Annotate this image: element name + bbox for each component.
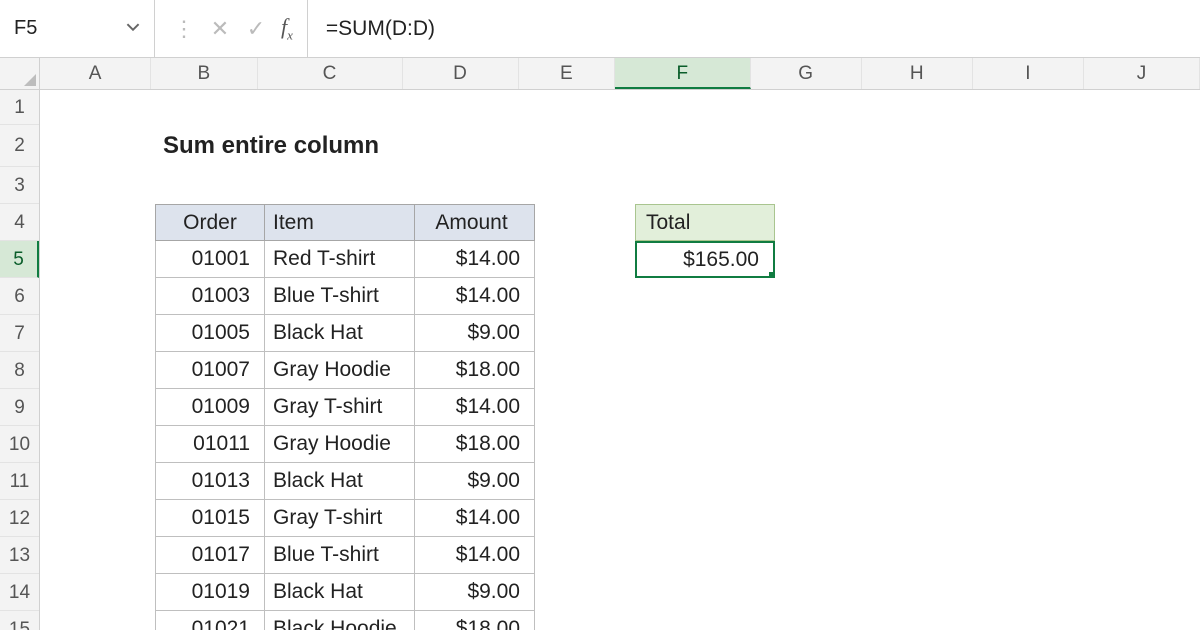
row-header-1[interactable]: 1 bbox=[0, 90, 39, 125]
table-row[interactable]: Blue T-shirt bbox=[265, 537, 415, 574]
table-row[interactable]: Black Hoodie bbox=[265, 611, 415, 630]
row-header-11[interactable]: 11 bbox=[0, 463, 39, 500]
row-header-3[interactable]: 3 bbox=[0, 167, 39, 204]
row-header-12[interactable]: 12 bbox=[0, 500, 39, 537]
table-row[interactable]: $9.00 bbox=[415, 463, 535, 500]
page-title[interactable]: Sum entire column bbox=[155, 125, 535, 167]
fill-handle[interactable] bbox=[769, 272, 775, 278]
row-header-14[interactable]: 14 bbox=[0, 574, 39, 611]
table-row[interactable]: 01009 bbox=[155, 389, 265, 426]
column-header-B[interactable]: B bbox=[151, 58, 257, 89]
row-header-2[interactable]: 2 bbox=[0, 125, 39, 167]
row-header-4[interactable]: 4 bbox=[0, 204, 39, 241]
row-header-13[interactable]: 13 bbox=[0, 537, 39, 574]
row-header-6[interactable]: 6 bbox=[0, 278, 39, 315]
column-header-E[interactable]: E bbox=[519, 58, 616, 89]
cancel-icon[interactable]: ✕ bbox=[209, 18, 231, 40]
column-headers[interactable]: ABCDEFGHIJ bbox=[40, 58, 1200, 90]
fx-icon[interactable]: fx bbox=[281, 14, 293, 43]
spreadsheet-grid[interactable]: ABCDEFGHIJ 123456789101112131415 Sum ent… bbox=[0, 58, 1200, 630]
chevron-down-icon[interactable] bbox=[126, 17, 140, 40]
table-row[interactable]: 01013 bbox=[155, 463, 265, 500]
table-row[interactable]: Black Hat bbox=[265, 463, 415, 500]
name-box[interactable]: F5 bbox=[0, 0, 155, 57]
row-header-15[interactable]: 15 bbox=[0, 611, 39, 630]
table-row[interactable]: 01003 bbox=[155, 278, 265, 315]
table-row[interactable]: 01015 bbox=[155, 500, 265, 537]
enter-icon[interactable]: ✓ bbox=[245, 18, 267, 40]
divider-icon: ⋮ bbox=[173, 16, 195, 42]
table-row[interactable]: $18.00 bbox=[415, 426, 535, 463]
table-row[interactable]: $9.00 bbox=[415, 574, 535, 611]
table-row[interactable]: 01019 bbox=[155, 574, 265, 611]
table-row[interactable]: $14.00 bbox=[415, 241, 535, 278]
table-row[interactable]: 01007 bbox=[155, 352, 265, 389]
column-header-G[interactable]: G bbox=[751, 58, 862, 89]
table-header-order[interactable]: Order bbox=[155, 204, 265, 241]
cells-area[interactable]: Sum entire column OrderItemAmount 01001Red… bbox=[40, 90, 1200, 630]
select-all-corner[interactable] bbox=[0, 58, 40, 90]
row-header-10[interactable]: 10 bbox=[0, 426, 39, 463]
table-row[interactable]: 01005 bbox=[155, 315, 265, 352]
table-row[interactable]: Gray Hoodie bbox=[265, 426, 415, 463]
column-header-I[interactable]: I bbox=[973, 58, 1084, 89]
table-row[interactable]: Gray Hoodie bbox=[265, 352, 415, 389]
table-row[interactable]: Black Hat bbox=[265, 574, 415, 611]
formula-bar-controls: ⋮ ✕ ✓ fx bbox=[155, 0, 299, 57]
table-row[interactable]: $14.00 bbox=[415, 389, 535, 426]
name-box-value: F5 bbox=[14, 17, 37, 40]
table-row[interactable]: Black Hat bbox=[265, 315, 415, 352]
column-header-J[interactable]: J bbox=[1084, 58, 1200, 89]
row-header-9[interactable]: 9 bbox=[0, 389, 39, 426]
row-header-8[interactable]: 8 bbox=[0, 352, 39, 389]
formula-input[interactable] bbox=[307, 0, 1200, 57]
column-header-A[interactable]: A bbox=[40, 58, 151, 89]
table-row[interactable]: 01011 bbox=[155, 426, 265, 463]
total-value[interactable]: $165.00 bbox=[635, 241, 775, 278]
table-row[interactable]: $9.00 bbox=[415, 315, 535, 352]
column-header-H[interactable]: H bbox=[862, 58, 973, 89]
total-label[interactable]: Total bbox=[635, 204, 775, 241]
table-row[interactable]: $18.00 bbox=[415, 352, 535, 389]
table-row[interactable]: $14.00 bbox=[415, 537, 535, 574]
table-row[interactable]: $14.00 bbox=[415, 278, 535, 315]
column-header-F[interactable]: F bbox=[615, 58, 750, 89]
table-row[interactable]: Gray T-shirt bbox=[265, 389, 415, 426]
table-row[interactable]: Red T-shirt bbox=[265, 241, 415, 278]
table-row[interactable]: 01021 bbox=[155, 611, 265, 630]
table-row[interactable]: Blue T-shirt bbox=[265, 278, 415, 315]
table-row[interactable]: $18.00 bbox=[415, 611, 535, 630]
table-row[interactable]: $14.00 bbox=[415, 500, 535, 537]
column-header-D[interactable]: D bbox=[403, 58, 519, 89]
row-header-7[interactable]: 7 bbox=[0, 315, 39, 352]
row-header-5[interactable]: 5 bbox=[0, 241, 39, 278]
table-header-amount[interactable]: Amount bbox=[415, 204, 535, 241]
table-row[interactable]: 01017 bbox=[155, 537, 265, 574]
table-row[interactable]: Gray T-shirt bbox=[265, 500, 415, 537]
table-row[interactable]: 01001 bbox=[155, 241, 265, 278]
row-headers[interactable]: 123456789101112131415 bbox=[0, 90, 40, 630]
formula-bar: F5 ⋮ ✕ ✓ fx bbox=[0, 0, 1200, 58]
table-header-item[interactable]: Item bbox=[265, 204, 415, 241]
column-header-C[interactable]: C bbox=[258, 58, 403, 89]
